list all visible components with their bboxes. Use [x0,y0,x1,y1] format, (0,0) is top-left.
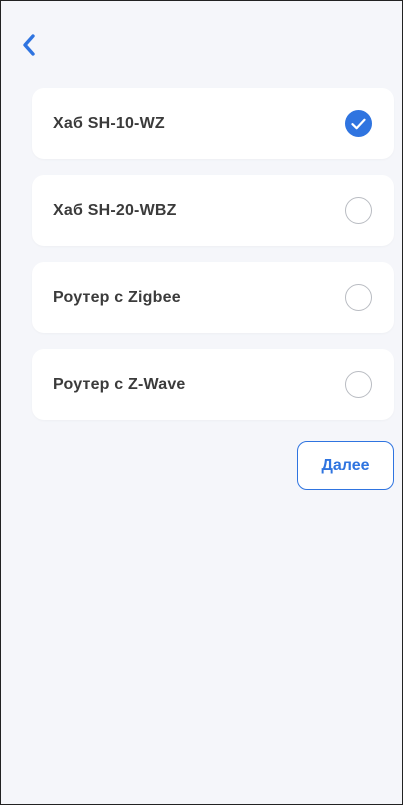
checkmark-icon [351,118,366,129]
device-selection-screen: Хаб SH-10-WZ Хаб SH-20-WBZ Роутер с Zigb… [0,0,403,805]
device-options-list: Хаб SH-10-WZ Хаб SH-20-WBZ Роутер с Zigb… [32,88,394,436]
chevron-left-icon [23,34,35,56]
option-hub-sh-20-wbz[interactable]: Хаб SH-20-WBZ [32,175,394,246]
option-label: Хаб SH-10-WZ [53,114,165,132]
radio-unselected[interactable] [345,371,372,398]
radio-selected[interactable] [345,110,372,137]
next-button[interactable]: Далее [297,441,394,490]
option-router-z-wave[interactable]: Роутер с Z-Wave [32,349,394,420]
option-label: Хаб SH-20-WBZ [53,201,177,219]
option-hub-sh-10-wz[interactable]: Хаб SH-10-WZ [32,88,394,159]
radio-unselected[interactable] [345,284,372,311]
back-button[interactable] [15,31,43,59]
option-router-zigbee[interactable]: Роутер с Zigbee [32,262,394,333]
option-label: Роутер с Z-Wave [53,375,186,393]
radio-unselected[interactable] [345,197,372,224]
option-label: Роутер с Zigbee [53,288,181,306]
